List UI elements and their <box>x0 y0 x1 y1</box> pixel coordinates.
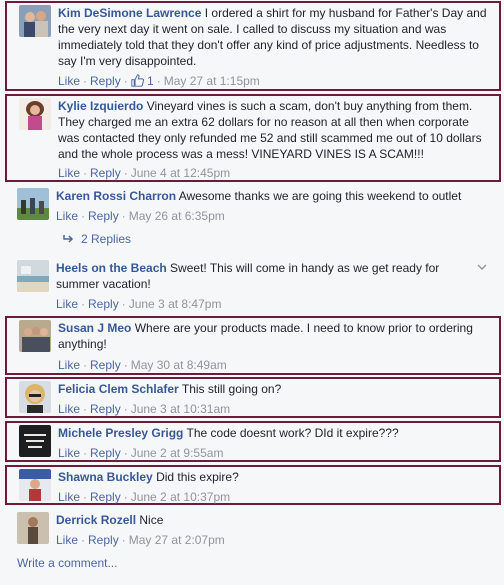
like-link[interactable]: Like <box>58 74 80 88</box>
separator: · <box>123 490 128 504</box>
separator: · <box>121 209 126 223</box>
comment-text: Did this expire? <box>156 470 239 484</box>
comment-text: Nice <box>139 513 164 527</box>
comment-author[interactable]: Karen Rossi Charron <box>56 189 176 203</box>
comment-author[interactable]: Susan J Meo <box>58 321 131 335</box>
comment-author[interactable]: Felicia Clem Schlafer <box>58 382 179 396</box>
avatar[interactable] <box>17 512 49 544</box>
reply-link[interactable]: Reply <box>88 209 119 223</box>
reply-arrow-icon <box>63 235 74 243</box>
separator: · <box>121 297 126 311</box>
avatar[interactable] <box>17 260 49 292</box>
timestamp[interactable]: May 27 at 1:15pm <box>164 74 260 88</box>
comment-author[interactable]: Michele Presley Grigg <box>58 426 183 440</box>
reply-link[interactable]: Reply <box>90 402 121 416</box>
thumbs-up-icon <box>131 74 144 87</box>
reply-link[interactable]: Reply <box>90 358 121 372</box>
timestamp[interactable]: June 2 at 10:37pm <box>131 490 230 504</box>
comment: Kylie Izquierdo Vineyard vines is such a… <box>5 94 501 182</box>
avatar[interactable] <box>19 5 51 37</box>
comment: Karen Rossi Charron Awesome thanks we ar… <box>5 186 501 252</box>
separator: · <box>123 358 128 372</box>
separator: · <box>81 209 86 223</box>
comment-author[interactable]: Derrick Rozell <box>56 513 136 527</box>
like-link[interactable]: Like <box>58 358 80 372</box>
timestamp[interactable]: May 26 at 6:35pm <box>129 209 225 223</box>
avatar[interactable] <box>19 469 51 501</box>
separator: · <box>121 533 126 547</box>
like-count[interactable]: 1 <box>131 74 154 88</box>
like-link[interactable]: Like <box>58 490 80 504</box>
separator: · <box>81 533 86 547</box>
comment: Felicia Clem Schlafer This still going o… <box>5 377 501 418</box>
comment-list: Kim DeSimone Lawrence I ordered a shirt … <box>0 0 504 585</box>
comment: Shawna Buckley Did this expire? Like · Rep… <box>5 465 501 505</box>
comment-text: The code doesnt work? DId it expire??? <box>186 426 399 440</box>
comment-text: This still going on? <box>181 382 282 396</box>
separator: · <box>83 490 88 504</box>
comment: Heels on the Beach Sweet! This will come… <box>5 258 501 314</box>
comment-author[interactable]: Heels on the Beach <box>56 261 167 275</box>
separator: · <box>123 166 128 180</box>
comment-author[interactable]: Kylie Izquierdo <box>58 99 143 113</box>
comment-author[interactable]: Kim DeSimone Lawrence <box>58 6 201 20</box>
chevron-down-icon[interactable] <box>477 262 487 272</box>
reply-link[interactable]: Reply <box>90 74 121 88</box>
separator: · <box>123 74 128 88</box>
separator: · <box>81 297 86 311</box>
timestamp[interactable]: June 4 at 12:45pm <box>131 166 230 180</box>
comment: Kim DeSimone Lawrence I ordered a shirt … <box>5 1 501 91</box>
like-link[interactable]: Like <box>56 297 78 311</box>
reply-link[interactable]: Reply <box>88 533 119 547</box>
separator: · <box>83 166 88 180</box>
avatar[interactable] <box>19 98 51 130</box>
like-count-value: 1 <box>147 74 154 88</box>
timestamp[interactable]: June 3 at 8:47pm <box>129 297 222 311</box>
reply-link[interactable]: Reply <box>90 166 121 180</box>
avatar[interactable] <box>19 320 51 352</box>
comment: Derrick Rozell Nice Like · Reply · May 27 at… <box>5 510 501 550</box>
like-link[interactable]: Like <box>58 166 80 180</box>
view-replies-link[interactable]: 2 Replies <box>63 232 131 246</box>
avatar[interactable] <box>17 188 49 220</box>
comment: Michele Presley Grigg The code doesnt wo… <box>5 421 501 462</box>
separator: · <box>83 74 88 88</box>
timestamp[interactable]: May 27 at 2:07pm <box>129 533 225 547</box>
timestamp[interactable]: June 3 at 10:31am <box>131 402 230 416</box>
avatar[interactable] <box>19 425 51 457</box>
timestamp[interactable]: June 2 at 9:55am <box>131 446 224 460</box>
separator: · <box>156 74 161 88</box>
separator: · <box>83 446 88 460</box>
reply-link[interactable]: Reply <box>88 297 119 311</box>
separator: · <box>83 402 88 416</box>
separator: · <box>123 446 128 460</box>
like-link[interactable]: Like <box>58 402 80 416</box>
avatar[interactable] <box>19 381 51 413</box>
like-link[interactable]: Like <box>56 209 78 223</box>
separator: · <box>83 358 88 372</box>
like-link[interactable]: Like <box>58 446 80 460</box>
comment-text: Awesome thanks we are going this weekend… <box>178 189 462 203</box>
replies-count: 2 Replies <box>81 232 132 246</box>
like-link[interactable]: Like <box>56 533 78 547</box>
separator: · <box>123 402 128 416</box>
timestamp[interactable]: May 30 at 8:49am <box>131 358 227 372</box>
write-comment-link[interactable]: Write a comment... <box>17 556 117 570</box>
reply-link[interactable]: Reply <box>90 490 121 504</box>
reply-link[interactable]: Reply <box>90 446 121 460</box>
comment-author[interactable]: Shawna Buckley <box>58 470 153 484</box>
comment: Susan J Meo Where are your products made… <box>5 316 501 375</box>
